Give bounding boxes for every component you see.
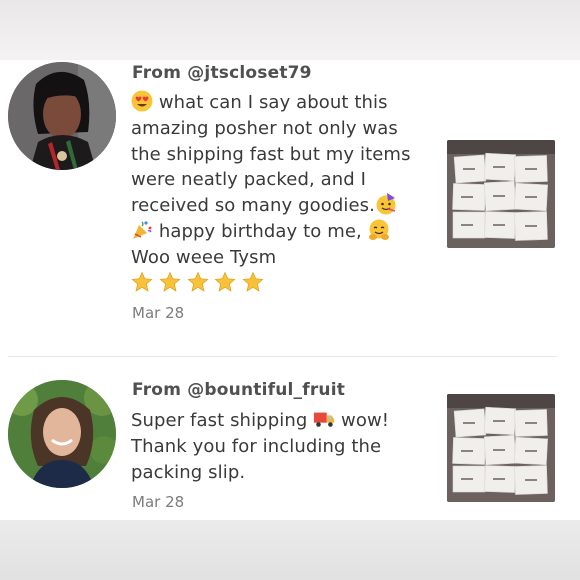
reviewer-name[interactable]: From @jtscloset79 xyxy=(132,63,312,83)
review-line-text: what can I say about this xyxy=(158,92,388,113)
review-card: From @jtscloset79 what can I say about t… xyxy=(0,60,580,357)
review-date: Mar 28 xyxy=(132,493,185,511)
star-emoji-icon xyxy=(131,271,153,292)
review-text: Super fast shipping wow! Thank you for i… xyxy=(131,408,431,485)
review-line: packing slip. xyxy=(131,461,246,483)
star-rating xyxy=(131,271,431,297)
review-divider xyxy=(8,356,557,357)
review-line: Woo weee Tysm xyxy=(131,246,277,268)
review-line-text: wow! xyxy=(341,410,390,431)
packed-items-photo xyxy=(447,140,555,248)
delivery-truck-emoji-icon xyxy=(314,412,335,427)
review-line: Thank you for including the xyxy=(131,435,382,457)
review-text: what can I say about this amazing posher… xyxy=(131,90,431,296)
reviews-panel: From @jtscloset79 what can I say about t… xyxy=(0,60,580,520)
party-face-emoji-icon xyxy=(376,193,396,215)
review-line-text: received so many goodies. xyxy=(131,195,375,217)
review-line-text: happy birthday to me, xyxy=(158,220,362,242)
reviewer-name[interactable]: From @bountiful_fruit xyxy=(132,380,345,400)
star-emoji-icon xyxy=(187,271,209,292)
review-photo-thumbnail[interactable] xyxy=(447,394,555,502)
review-line: the shipping fast but my items xyxy=(131,143,411,165)
review-line: happy birthday to me, xyxy=(131,219,431,245)
star-emoji-icon xyxy=(242,271,264,292)
review-line: what can I say about this xyxy=(131,90,431,116)
review-date: Mar 28 xyxy=(132,304,185,322)
bottom-band xyxy=(0,520,580,580)
review-line-text: Super fast shipping xyxy=(131,410,308,431)
star-emoji-icon xyxy=(214,271,236,292)
review-line: received so many goodies. xyxy=(131,193,431,219)
review-line: Super fast shipping wow! xyxy=(131,408,431,434)
review-photo-thumbnail[interactable] xyxy=(447,140,555,248)
party-popper-emoji-icon xyxy=(133,221,152,239)
review-line: amazing posher not only was xyxy=(131,117,398,139)
star-emoji-icon xyxy=(159,271,181,292)
avatar-photo xyxy=(8,62,116,170)
review-line: were neatly packed, and I xyxy=(131,169,367,191)
heart-eyes-emoji-icon xyxy=(131,90,153,112)
smiling-hug-emoji-icon xyxy=(368,219,389,240)
avatar-photo xyxy=(8,380,116,488)
avatar[interactable] xyxy=(8,380,116,488)
packed-items-photo xyxy=(447,394,555,502)
review-card: From @bountiful_fruit Super fast shippin… xyxy=(0,376,580,520)
avatar[interactable] xyxy=(8,62,116,170)
